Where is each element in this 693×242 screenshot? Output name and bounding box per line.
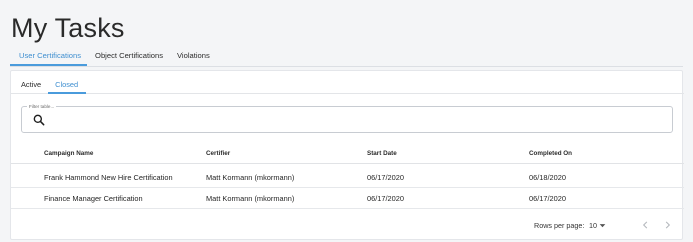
cell-start-date: 06/17/2020: [367, 173, 404, 182]
cell-completed-on: 06/17/2020: [529, 194, 566, 203]
column-header-completed-on[interactable]: Completed On: [529, 143, 572, 164]
chevron-right-icon[interactable]: [663, 220, 672, 230]
page-root: My Tasks User Certifications Object Cert…: [0, 0, 693, 242]
page-title: My Tasks: [11, 13, 125, 43]
tab-object-certifications[interactable]: Object Certifications: [95, 47, 163, 65]
column-header-campaign-name[interactable]: Campaign Name: [44, 143, 93, 164]
status-tab-bar: Active Closed: [11, 71, 684, 94]
filter-field[interactable]: Filter table...: [21, 103, 673, 133]
table-pagination: Rows per page: 10: [11, 214, 684, 238]
table-row[interactable]: Finance Manager Certification Matt Korma…: [11, 188, 684, 209]
cell-start-date: 06/17/2020: [367, 194, 404, 203]
tab-user-certifications[interactable]: User Certifications: [9, 47, 88, 66]
cell-certifier: Matt Kormann (mkormann): [206, 194, 295, 203]
caret-down-icon[interactable]: [599, 222, 606, 229]
cell-campaign-name: Frank Hammond New Hire Certification: [44, 173, 173, 182]
main-tab-bar: User Certifications Object Certification…: [9, 47, 683, 67]
rows-per-page-label: Rows per page:: [534, 221, 585, 230]
cell-certifier: Matt Kormann (mkormann): [206, 173, 295, 182]
cell-completed-on: 06/18/2020: [529, 173, 566, 182]
column-header-certifier[interactable]: Certifier: [206, 143, 230, 164]
rows-per-page-select[interactable]: 10: [589, 221, 597, 230]
cell-campaign-name: Finance Manager Certification: [44, 194, 143, 203]
tab-active[interactable]: Active: [21, 71, 41, 93]
chevron-left-icon[interactable]: [641, 220, 650, 230]
filter-input[interactable]: [52, 111, 662, 129]
tab-violations[interactable]: Violations: [177, 47, 210, 65]
filter-label: Filter table...: [27, 103, 57, 110]
table-row[interactable]: Frank Hammond New Hire Certification Mat…: [11, 167, 684, 188]
tasks-panel: Active Closed Filter table... Campaign N…: [10, 70, 684, 240]
table-header-row: Campaign Name Certifier Start Date Compl…: [11, 143, 684, 164]
search-icon: [33, 114, 45, 126]
tab-closed[interactable]: Closed: [48, 71, 87, 94]
column-header-start-date[interactable]: Start Date: [367, 143, 397, 164]
